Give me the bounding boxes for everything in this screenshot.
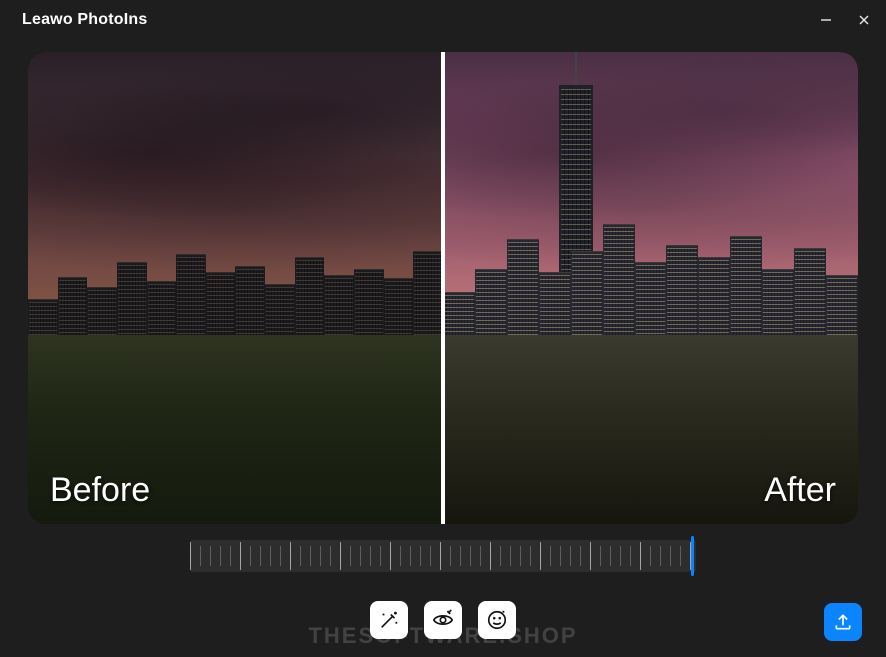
preview-after [443,52,858,524]
face-enhance-button[interactable] [478,601,516,639]
face-enhance-icon [486,609,508,631]
eye-enhance-icon [432,609,454,631]
toolbar [0,599,886,641]
minimize-icon [820,14,832,26]
before-label: Before [50,471,150,510]
minimize-button[interactable] [818,12,834,28]
magic-wand-icon [378,609,400,631]
close-button[interactable] [856,12,872,28]
export-icon [833,612,853,632]
eye-enhance-button[interactable] [424,601,462,639]
slider-track[interactable] [190,540,696,572]
preview-before [28,52,443,524]
export-button[interactable] [824,603,862,641]
app-title: Leawo PhotoIns [22,11,147,29]
auto-enhance-button[interactable] [370,601,408,639]
preview-compare[interactable]: Before After [28,52,858,524]
slider-thumb[interactable] [691,536,694,576]
compare-divider[interactable] [441,52,445,524]
window-controls [818,12,872,28]
close-icon [858,14,870,26]
zoom-slider[interactable] [190,540,696,576]
titlebar: Leawo PhotoIns [0,0,886,40]
after-label: After [764,471,836,510]
